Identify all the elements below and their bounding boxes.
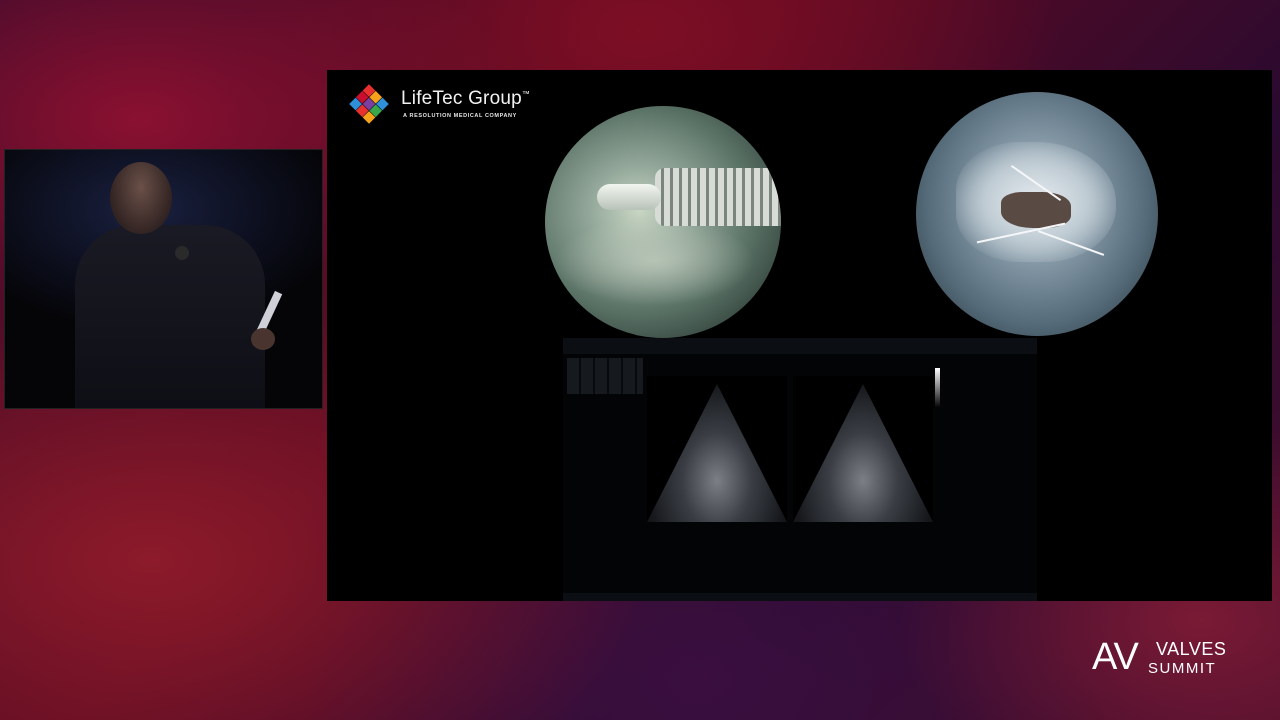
brand-valves: VALVES bbox=[1156, 639, 1227, 659]
catheter-tip bbox=[597, 184, 661, 210]
presentation-stage: LifeTec Group™ A RESOLUTION MEDICAL COMP… bbox=[0, 0, 1280, 720]
ultrasound-sector bbox=[647, 384, 787, 522]
speaker-hand bbox=[251, 328, 275, 350]
presentation-slide: LifeTec Group™ A RESOLUTION MEDICAL COMP… bbox=[327, 70, 1272, 601]
speaker-head bbox=[110, 162, 172, 234]
echo-topbar bbox=[563, 338, 1037, 354]
echo-image-right bbox=[793, 376, 933, 522]
brand-av: AV bbox=[1092, 636, 1139, 678]
endoscope-view-left bbox=[545, 106, 781, 338]
tissue-region bbox=[555, 216, 755, 306]
logo-name: LifeTec Group™ bbox=[401, 88, 531, 109]
av-valves-summit-logo: AV VALVES SUMMIT bbox=[1092, 636, 1232, 684]
echo-thumbnails bbox=[567, 358, 643, 394]
microphone-icon bbox=[175, 246, 189, 260]
echo-side-panel bbox=[943, 362, 1033, 482]
ultrasound-sector bbox=[793, 384, 933, 522]
brand-summit: SUMMIT bbox=[1148, 660, 1217, 677]
lifetec-logo-icon bbox=[349, 84, 389, 124]
logo-tagline: A RESOLUTION MEDICAL COMPANY bbox=[403, 113, 517, 119]
grayscale-bar bbox=[935, 368, 940, 408]
echo-monitor bbox=[563, 338, 1037, 601]
echo-image-left bbox=[647, 376, 787, 522]
catheter-device bbox=[655, 168, 781, 226]
speaker-video bbox=[4, 149, 323, 409]
endoscope-view-right bbox=[916, 92, 1158, 336]
speaker-body bbox=[75, 225, 265, 408]
echo-bottombar bbox=[563, 593, 1037, 601]
